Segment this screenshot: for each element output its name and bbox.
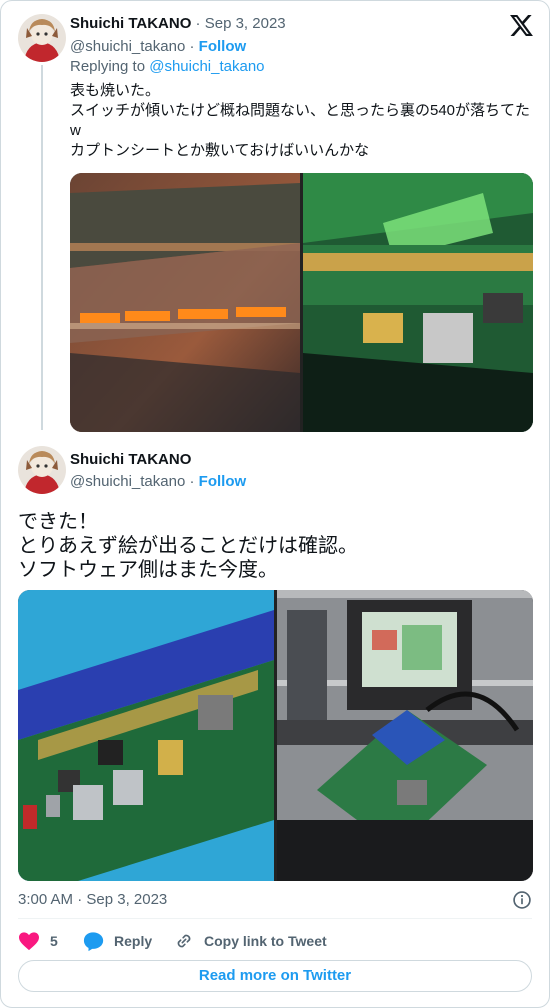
reply-label: Reply xyxy=(114,933,153,949)
replying-to-link[interactable]: @shuichi_takano xyxy=(149,58,264,75)
tweet-text-line: 表も焼いた。 xyxy=(70,82,161,99)
divider xyxy=(18,918,532,919)
reply-tweet-header: Shuichi TAKANO · Sep 3, 2023 xyxy=(70,15,286,33)
author-handle[interactable]: @shuichi_takano xyxy=(70,473,185,490)
copy-link-button[interactable]: Copy link to Tweet xyxy=(174,929,327,953)
main-tweet-handle-row: @shuichi_takano · Follow xyxy=(70,473,246,491)
reflow-oven-photo xyxy=(70,173,300,432)
heart-icon xyxy=(19,932,39,951)
avatar-image xyxy=(18,446,66,494)
main-tweet-header: Shuichi TAKANO xyxy=(70,451,191,469)
replying-prefix: Replying to xyxy=(70,58,150,75)
tweet-text-line: w xyxy=(70,122,81,139)
reply-button[interactable]: Reply xyxy=(83,929,152,953)
avatar[interactable] xyxy=(18,446,66,494)
follow-separator: · xyxy=(185,473,199,490)
thread-connector xyxy=(41,65,43,430)
pcb-photo xyxy=(303,173,533,432)
follow-button[interactable]: Follow xyxy=(199,473,247,490)
reply-media-grid xyxy=(70,173,533,432)
x-logo-icon[interactable] xyxy=(510,15,533,36)
tweet-text-line: できた！ xyxy=(18,511,98,533)
media-photo[interactable] xyxy=(303,173,533,432)
assembled-board-photo xyxy=(18,590,274,881)
arcade-monitor-photo xyxy=(277,590,533,881)
main-tweet-text: できた！ とりあえず絵が出ることだけは確認。 ソフトウェア側はまた今度。 xyxy=(18,510,358,582)
media-photo[interactable] xyxy=(70,173,300,432)
tweet-text-line: とりあえず絵が出ることだけは確認。 xyxy=(18,535,358,557)
follow-separator: · xyxy=(185,38,199,55)
tweet-embed-card: Shuichi TAKANO · Sep 3, 2023 @shuichi_ta… xyxy=(0,0,550,1008)
tweet-text-line: カプトンシートとか敷いておけばいいんかな xyxy=(70,142,370,159)
reply-tweet-text: 表も焼いた。 スイッチが傾いたけど概ね問題ない、と思ったら裏の540が落ちてた … xyxy=(70,81,530,161)
media-photo[interactable] xyxy=(18,590,274,881)
tweet-timestamp[interactable]: 3:00 AM · Sep 3, 2023 xyxy=(18,891,167,908)
author-handle[interactable]: @shuichi_takano xyxy=(70,38,185,55)
like-count: 5 xyxy=(50,933,58,949)
link-icon xyxy=(177,934,191,948)
main-media-grid xyxy=(18,590,533,881)
read-more-button[interactable]: Read more on Twitter xyxy=(18,960,532,992)
like-button[interactable]: 5 xyxy=(18,929,58,953)
tweet-text-line: スイッチが傾いたけど概ね問題ない、と思ったら裏の540が落ちてた xyxy=(70,102,531,119)
tweet-date[interactable]: Sep 3, 2023 xyxy=(205,15,286,32)
author-name[interactable]: Shuichi TAKANO xyxy=(70,15,191,32)
reply-tweet-handle-row: @shuichi_takano · Follow xyxy=(70,38,246,56)
avatar-image xyxy=(18,14,66,62)
reply-bubble-icon xyxy=(83,931,104,951)
copy-link-label: Copy link to Tweet xyxy=(204,933,327,949)
tweet-text-line: ソフトウェア側はまた今度。 xyxy=(18,559,278,581)
info-icon[interactable] xyxy=(512,890,532,910)
author-name[interactable]: Shuichi TAKANO xyxy=(70,451,191,468)
avatar[interactable] xyxy=(18,14,66,62)
follow-button[interactable]: Follow xyxy=(199,38,247,55)
replying-to: Replying to @shuichi_takano xyxy=(70,58,265,75)
date-separator: · xyxy=(191,15,205,32)
media-photo[interactable] xyxy=(277,590,533,881)
